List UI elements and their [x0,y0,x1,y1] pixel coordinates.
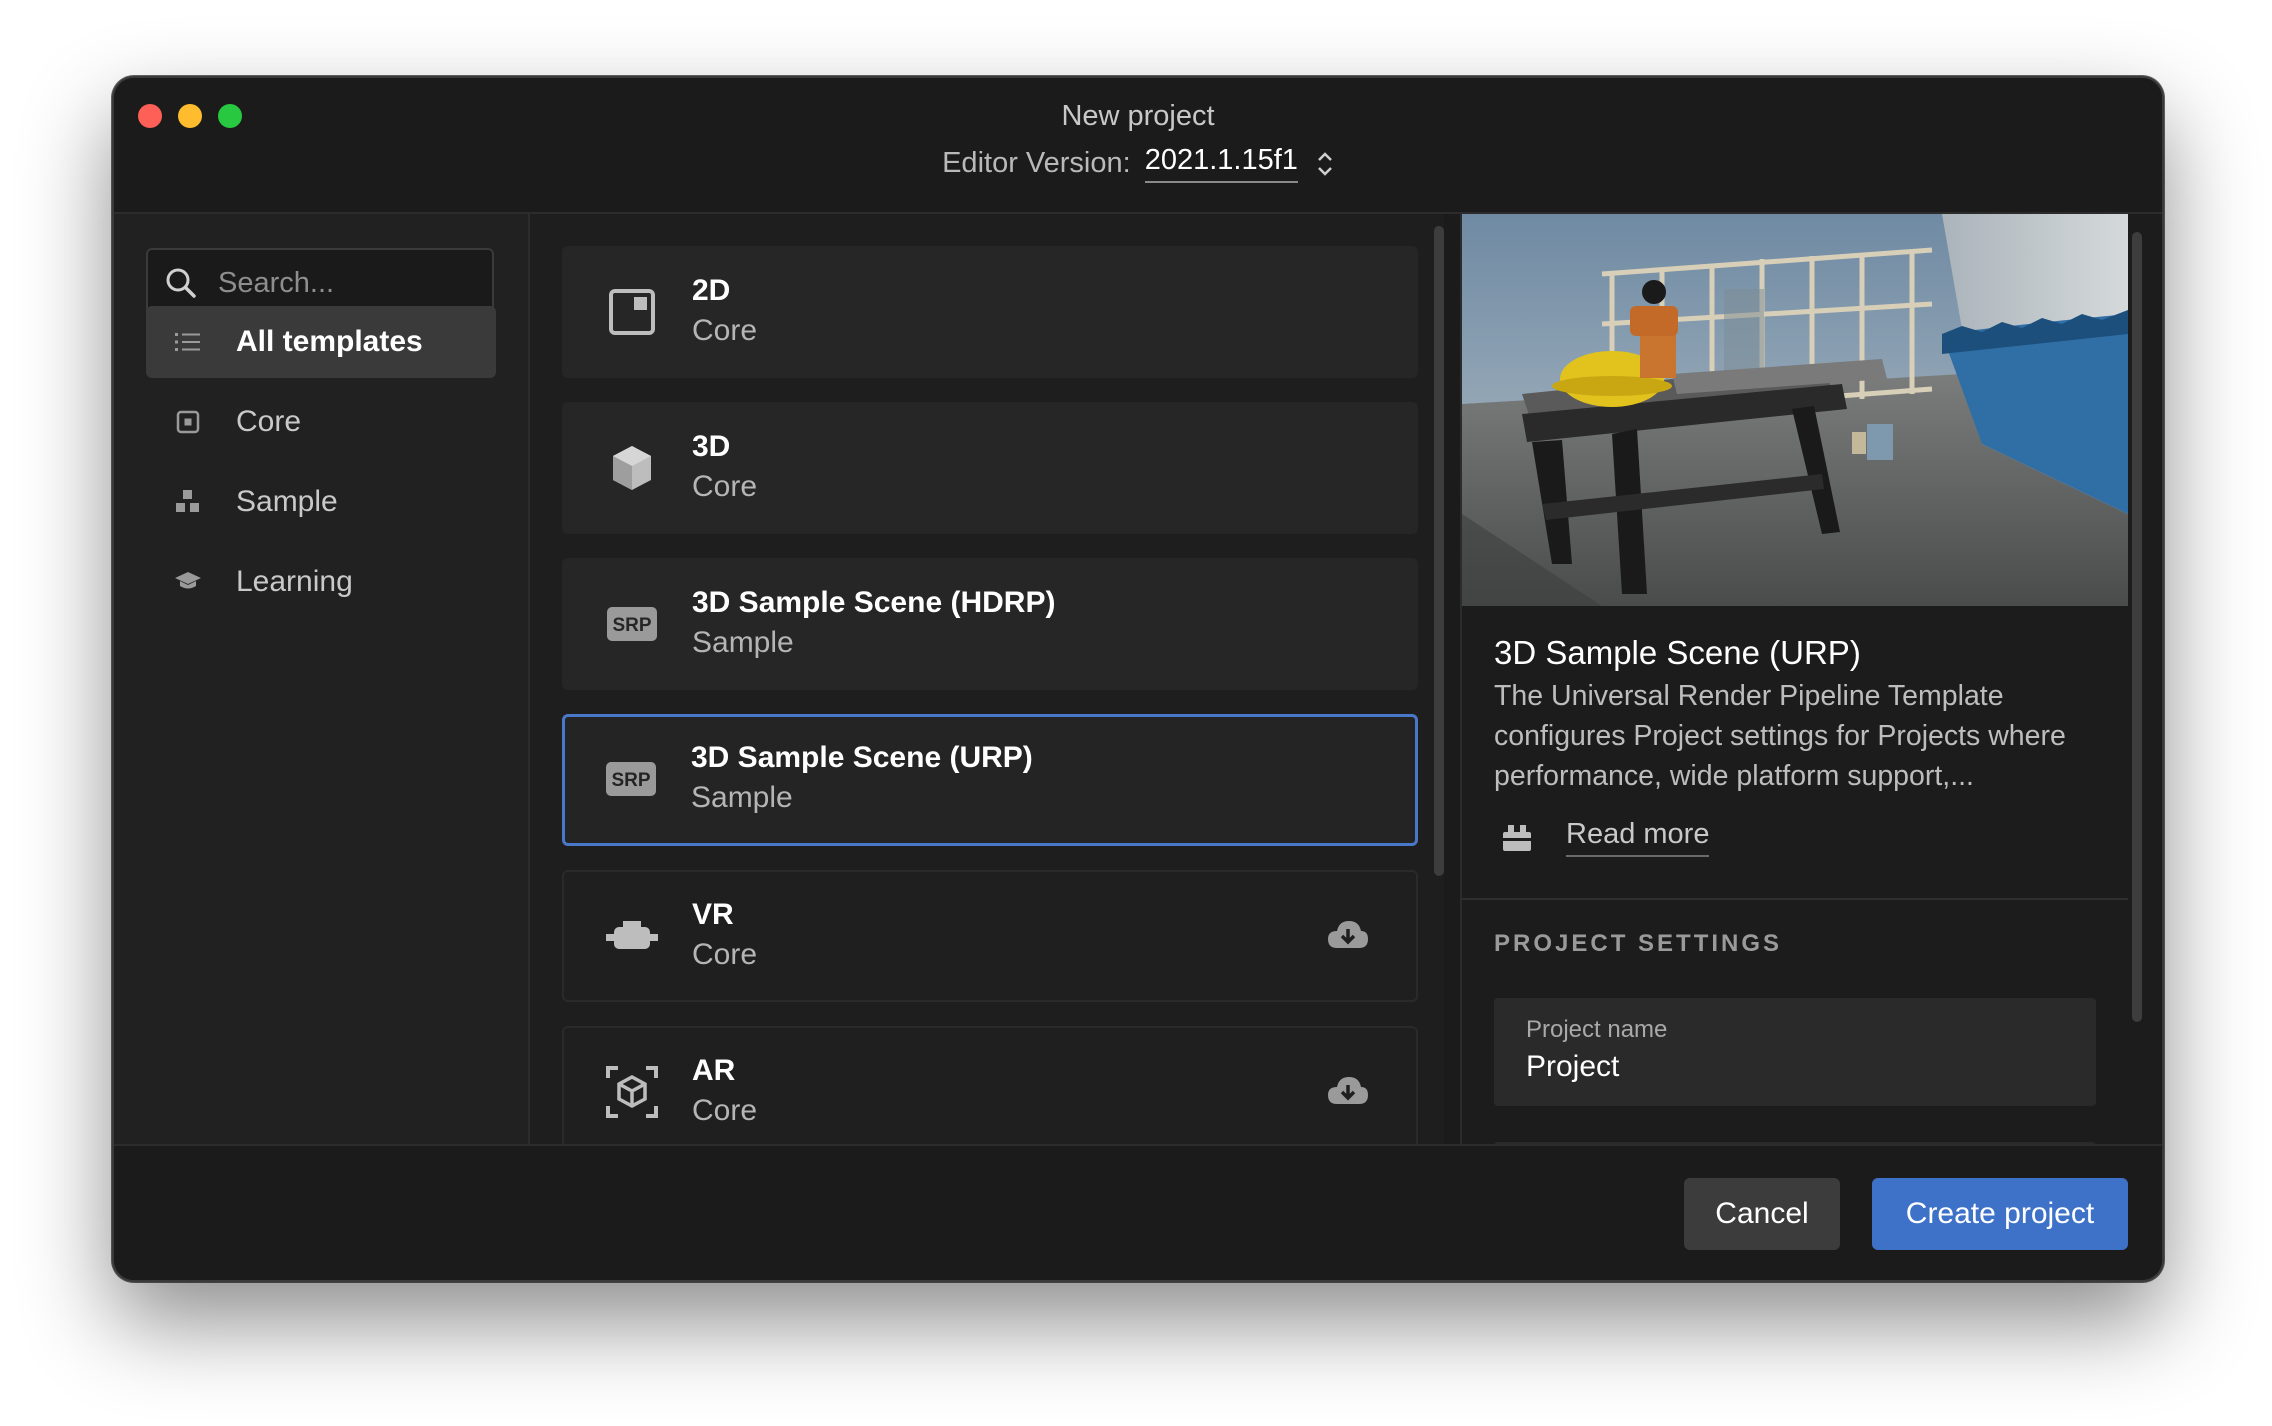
editor-version-select[interactable]: 2021.1.15f1 [1144,144,1298,183]
cloud-download-icon[interactable] [1326,1074,1370,1110]
title-bar: New project Editor Version: 2021.1.15f1 [114,78,2162,214]
template-category: Sample [691,781,793,814]
package-icon [1503,824,1531,851]
divider [1462,898,2128,900]
template-title: 3D Sample Scene (URP) [691,741,1033,774]
template-category: Core [692,314,758,347]
template-card-urp[interactable]: SRP 3D Sample Scene (URP) Sample [562,714,1418,846]
template-category: Sample [692,626,794,659]
template-category: Core [692,1094,758,1127]
project-name-field[interactable]: Project name Project [1494,998,2096,1106]
list-icon [174,328,202,356]
detail-title: 3D Sample Scene (URP) [1494,634,1861,671]
editor-version-row: Editor Version: 2021.1.15f1 [114,144,2162,183]
sample-icon [174,488,202,516]
template-title: AR [692,1054,736,1087]
learning-icon [174,568,202,596]
sidebar-item-label: Sample [236,485,338,518]
project-settings-header: PROJECT SETTINGS [1494,930,1783,957]
svg-text:SRP: SRP [612,615,651,636]
sidebar-item-sample[interactable]: Sample [146,466,496,538]
sidebar: Search... All templates Core Sample Lear… [114,214,530,1144]
read-more-link[interactable]: Read more [1502,818,1710,857]
vr-headset-icon [604,908,660,964]
editor-version-label: Editor Version: [942,147,1131,179]
template-category: Core [692,938,758,971]
template-card-hdrp[interactable]: SRP 3D Sample Scene (HDRP) Sample [562,558,1418,690]
sidebar-item-all-templates[interactable]: All templates [146,306,496,378]
template-title: 2D [692,274,731,307]
svg-text:SRP: SRP [611,770,650,791]
sidebar-item-label: Core [236,405,302,438]
srp-icon: SRP [603,751,659,807]
template-title: 3D [692,430,731,463]
ar-cube-icon [604,1064,660,1120]
template-title: 3D Sample Scene (HDRP) [692,586,1056,619]
search-icon [166,268,196,298]
chevron-updown-icon[interactable] [1316,149,1334,179]
template-preview-image [1462,214,2128,606]
template-card-3d[interactable]: 3D Core [562,402,1418,534]
sidebar-item-learning[interactable]: Learning [146,546,496,618]
project-name-label: Project name [1526,1016,1668,1043]
cloud-download-icon[interactable] [1326,918,1370,954]
read-more-label: Read more [1566,818,1710,857]
template-detail-panel: 3D Sample Scene (URP) The Universal Rend… [1460,214,2162,1144]
template-category: Core [692,470,758,503]
sidebar-item-core[interactable]: Core [146,386,496,458]
sidebar-item-label: Learning [236,565,353,598]
template-card-ar[interactable]: AR Core [562,1026,1418,1144]
cancel-button[interactable]: Cancel [1684,1178,1840,1250]
template-card-vr[interactable]: VR Core [562,870,1418,1002]
window-title: New project [1061,100,1215,132]
project-name-input[interactable]: Project [1526,1050,1619,1084]
sidebar-item-label: All templates [236,325,423,358]
srp-icon: SRP [604,596,660,652]
detail-description: The Universal Render Pipeline Template c… [1494,680,2066,792]
template-card-2d[interactable]: 2D Core [562,246,1418,378]
template-title: VR [692,898,734,931]
new-project-window: New project Editor Version: 2021.1.15f1 … [112,76,2164,1282]
create-project-button[interactable]: Create project [1872,1178,2128,1250]
core-icon [174,408,202,436]
2d-icon [604,284,660,340]
detail-scrollbar[interactable] [2132,232,2142,1022]
template-list: 2D Core 3D Core SRP 3D Sample Scene (HDR… [530,214,1444,1144]
3d-cube-icon [604,440,660,496]
search-input[interactable]: Search... [218,267,334,300]
footer: Cancel Create project [114,1144,2162,1280]
template-list-scrollbar[interactable] [1434,226,1444,876]
